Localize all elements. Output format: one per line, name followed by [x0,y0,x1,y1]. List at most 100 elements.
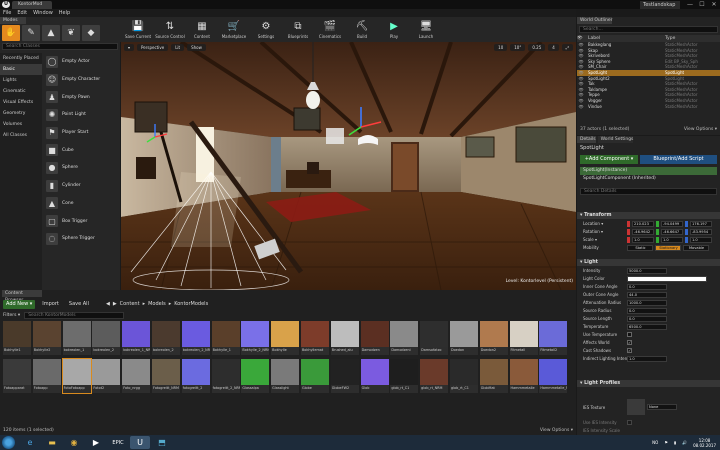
location-z-field[interactable]: 176.197 [690,221,712,227]
light-color-swatch[interactable] [627,276,707,282]
rotation-x-field[interactable]: -46.9642 [632,229,654,235]
marketplace-button[interactable]: 🛒 Marketplace [218,17,250,42]
list-item[interactable]: ▢ Box Trigger [43,212,120,230]
indirect-intensity-field[interactable]: 1.0 [627,356,667,362]
asset-tile[interactable]: bokreolen_2 [92,321,121,355]
chrome-icon[interactable]: ◉ [64,436,84,449]
asset-tile[interactable]: bokreolen_2_NRM [181,321,210,355]
import-button[interactable]: Import [39,300,62,309]
list-item[interactable]: ▲ Cone [43,195,120,213]
list-item[interactable]: ● Sphere [43,159,120,177]
play-button[interactable]: ▶ Play [378,17,410,42]
list-item[interactable]: ♟ Empty Pawn [43,88,120,106]
paint-mode-icon[interactable]: ✎ [22,25,40,41]
menu-file[interactable]: File [3,9,11,17]
breadcrumb-models[interactable]: Models [148,301,166,307]
cinematics-button[interactable]: 🎬 Cinematics [314,17,346,42]
asset-tile[interactable]: bokreolen_2 [151,321,180,355]
location-y-field[interactable]: -94.0499 [661,221,683,227]
language-indicator[interactable]: NO [652,440,658,445]
asset-tile[interactable]: glob_rt_C1 [449,359,478,393]
perspective-button[interactable]: Perspective [137,44,169,51]
settings-button[interactable]: ⚙ Settings [250,17,282,42]
intensity-field[interactable]: 5000.0 [627,268,667,274]
asset-tile[interactable]: Fotoapparat [3,359,31,393]
location-x-field[interactable]: 210.023 [632,221,654,227]
asset-tile[interactable]: Glob [360,359,389,393]
foliage-mode-icon[interactable]: ❦ [62,25,80,41]
light-profiles-section-header[interactable]: ▾ Light Profiles [577,380,720,387]
geometry-mode-icon[interactable]: ◆ [82,25,100,41]
source-length-field[interactable]: 0.0 [627,316,667,322]
category-visual-effects[interactable]: Visual Effects [0,97,42,108]
scale-snap-button[interactable]: 0.25 [528,44,546,51]
search-classes-input[interactable]: Search Classes [2,43,118,50]
search-assets-input[interactable]: Search KontorModels [24,312,125,319]
asset-tile[interactable]: Damodzen [360,321,389,355]
asset-tile[interactable]: glob_rt_C1 [390,359,419,393]
asset-tile[interactable]: Glassalpa [241,359,270,393]
content-button[interactable]: ▦ Content [186,17,218,42]
add-component-button[interactable]: +Add Component ▾ [580,155,638,164]
asset-tile[interactable]: Damodzeni [390,321,419,355]
menu-help[interactable]: Help [59,9,70,17]
light-section-header[interactable]: ▾ Light [577,259,720,266]
component-item[interactable]: SpotLightComponent (Inherited) [580,175,717,183]
use-temperature-checkbox[interactable] [627,332,632,338]
visibility-eye-icon[interactable]: 👁 [577,104,585,110]
inner-cone-field[interactable]: 0.0 [627,284,667,290]
asset-tile[interactable]: bokreolen_1 [62,321,91,355]
category-lights[interactable]: Lights [0,75,42,86]
asset-tile[interactable]: FotoFotoapp [61,358,92,394]
ies-texture-dropdown[interactable]: None [647,404,677,410]
outer-cone-field[interactable]: 44.0 [627,292,667,298]
asset-tile[interactable]: Fitmetall2 [539,321,568,355]
attenuation-field[interactable]: 1000.0 [627,300,667,306]
category-all-classes[interactable]: All Classes [0,130,42,141]
category-volumes[interactable]: Volumes [0,119,42,130]
category-cinematic[interactable]: Cinematic [0,86,42,97]
minimize-button[interactable]: — [684,0,696,9]
mobility-stationary-button[interactable]: Stationary [655,245,681,251]
asset-tile[interactable]: Fitmetall [509,321,538,355]
asset-tile[interactable]: Bokhylle2 [32,321,61,355]
component-item[interactable]: SpotLight(Instance) [580,167,717,175]
level-viewport[interactable]: ▾ Perspective Lit Show 10 10° 0.25 4 ⤢ L… [121,42,576,290]
asset-tile[interactable]: glob_rt_NRM [420,359,449,393]
asset-tile[interactable]: Damsofatzo [420,321,449,355]
asset-tile[interactable]: Fotoapp [32,359,61,393]
menu-window[interactable]: Window [33,9,53,17]
rotation-snap-button[interactable]: 10° [510,44,526,51]
label-column-header[interactable]: Label [585,35,665,42]
list-item[interactable]: ◌ Sphere Trigger [43,230,120,248]
landscape-mode-icon[interactable]: ▲ [42,25,60,41]
list-item[interactable]: ☺ Empty Character [43,71,120,89]
document-tab[interactable]: KontorMod [12,1,52,9]
asset-tile[interactable]: Doedon [449,321,478,355]
asset-tile[interactable]: Doedon2 [479,321,508,355]
camera-speed-button[interactable]: 4 [548,44,559,51]
breadcrumb-kontormodels[interactable]: KontorModels [174,301,208,307]
clock[interactable]: 12:08 08.02.2017 [693,438,716,448]
asset-tile[interactable]: Foto_nrgg [122,359,151,393]
back-icon[interactable]: ◀ [106,301,110,307]
asset-tile[interactable]: Bokhylle_2_NRM [241,321,270,355]
type-column-header[interactable]: Type [665,35,675,42]
scale-z-field[interactable]: 1.0 [690,237,712,243]
asset-tile[interactable]: Hammmetalle_NRM [539,359,568,393]
app-icon[interactable]: ⬒ [152,436,172,449]
list-item[interactable]: ◯ Empty Actor [43,53,120,71]
add-new-button[interactable]: Add New ▾ [3,299,36,309]
blueprint-button[interactable]: Blueprint/Add Script [640,155,717,164]
transform-section-header[interactable]: ▾ Transform [577,212,720,219]
viewport-options-button[interactable]: ▾ [124,44,135,51]
forward-icon[interactable]: ▶ [113,301,117,307]
scale-y-field[interactable]: 1.0 [661,237,683,243]
close-button[interactable]: ✕ [708,0,720,9]
tab-world-settings[interactable]: World Settings [597,136,634,143]
grid-snap-button[interactable]: 10 [494,44,508,51]
asset-tile[interactable]: Hammmetalle [509,359,538,393]
asset-tile[interactable]: Bokhyllemat [300,321,329,355]
asset-tile[interactable]: fotogreitt_2_NRM [211,359,240,393]
blueprints-button[interactable]: ⧉ Blueprints [282,17,314,42]
